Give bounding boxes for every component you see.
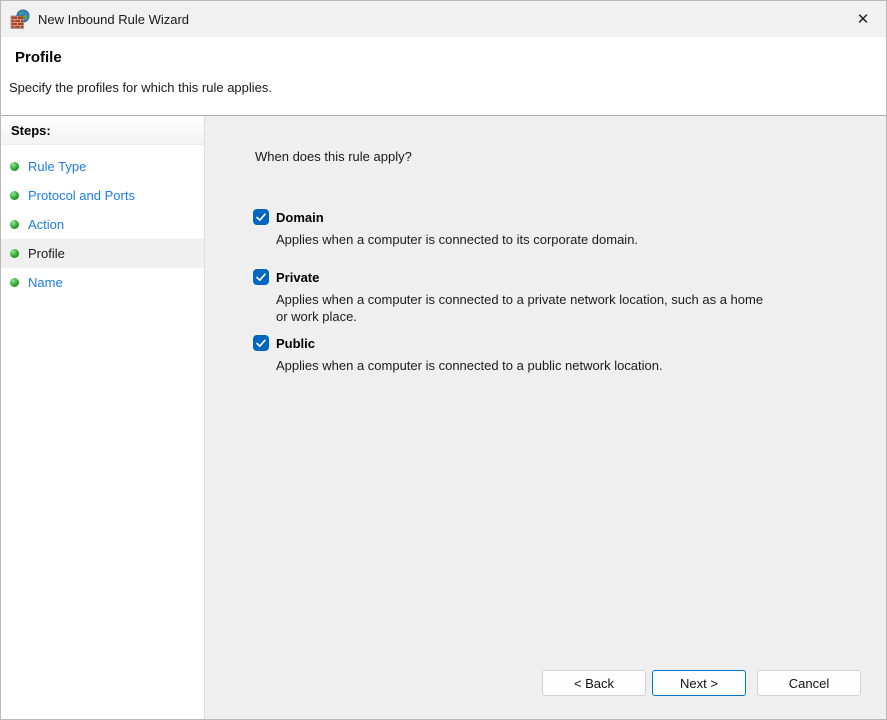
domain-row: Domain <box>253 208 886 226</box>
steps-sidebar: Steps: Rule Type Protocol and Ports Acti… <box>1 116 205 719</box>
close-button[interactable]: ✕ <box>840 1 886 37</box>
sidebar-item-rule-type[interactable]: Rule Type <box>1 152 204 181</box>
step-label: Action <box>28 217 64 232</box>
private-row: Private <box>253 268 886 286</box>
public-description: Applies when a computer is connected to … <box>276 357 836 374</box>
sidebar-item-profile[interactable]: Profile <box>1 239 204 268</box>
step-bullet-icon <box>10 220 19 229</box>
step-bullet-icon <box>10 278 19 287</box>
main-panel: When does this rule apply? Domain Applie… <box>205 116 886 719</box>
public-label: Public <box>276 336 315 351</box>
public-row: Public <box>253 334 886 352</box>
profile-group-public: Public Applies when a computer is connec… <box>253 334 886 374</box>
page-title: Profile <box>1 37 886 66</box>
private-description: Applies when a computer is connected to … <box>276 291 836 325</box>
domain-label: Domain <box>276 210 324 225</box>
page-header: Profile Specify the profiles for which t… <box>1 37 886 116</box>
question-text: When does this rule apply? <box>255 149 886 164</box>
profile-group-private: Private Applies when a computer is conne… <box>253 268 886 325</box>
cancel-button[interactable]: Cancel <box>757 670 861 696</box>
steps-heading: Steps: <box>1 116 204 145</box>
titlebar: New Inbound Rule Wizard ✕ <box>1 1 886 37</box>
step-label: Name <box>28 275 63 290</box>
button-bar: < Back Next > Cancel <box>542 670 861 696</box>
page-subtitle: Specify the profiles for which this rule… <box>9 80 886 95</box>
public-checkbox[interactable] <box>253 335 269 351</box>
private-checkbox[interactable] <box>253 269 269 285</box>
domain-description: Applies when a computer is connected to … <box>276 231 836 248</box>
next-button[interactable]: Next > <box>652 670 746 696</box>
firewall-icon <box>10 9 30 29</box>
sidebar-item-action[interactable]: Action <box>1 210 204 239</box>
step-bullet-icon <box>10 162 19 171</box>
step-bullet-icon <box>10 191 19 200</box>
step-bullet-icon <box>10 249 19 258</box>
check-icon <box>256 213 266 222</box>
step-label: Profile <box>28 246 65 261</box>
sidebar-item-name[interactable]: Name <box>1 268 204 297</box>
window-title: New Inbound Rule Wizard <box>38 12 189 27</box>
sidebar-item-protocol-and-ports[interactable]: Protocol and Ports <box>1 181 204 210</box>
step-label: Protocol and Ports <box>28 188 135 203</box>
content-area: Steps: Rule Type Protocol and Ports Acti… <box>1 116 886 719</box>
profile-group-domain: Domain Applies when a computer is connec… <box>253 208 886 248</box>
close-icon: ✕ <box>857 11 870 28</box>
step-label: Rule Type <box>28 159 86 174</box>
wizard-window: New Inbound Rule Wizard ✕ Profile Specif… <box>0 0 887 720</box>
check-icon <box>256 339 266 348</box>
private-label: Private <box>276 270 319 285</box>
domain-checkbox[interactable] <box>253 209 269 225</box>
step-list: Rule Type Protocol and Ports Action Prof… <box>1 152 204 297</box>
check-icon <box>256 273 266 282</box>
back-button[interactable]: < Back <box>542 670 646 696</box>
